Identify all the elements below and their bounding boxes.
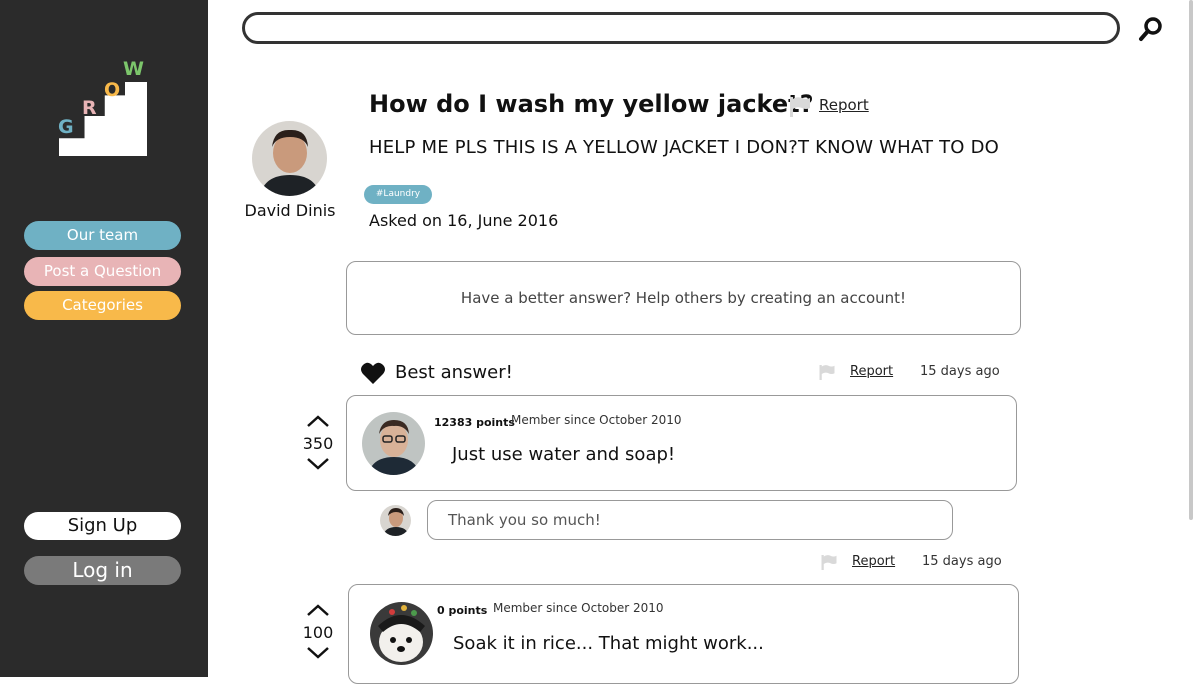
create-account-prompt[interactable]: Have a better answer? Help others by cre… — [346, 261, 1021, 335]
answer-text: Soak it in rice... That might work... — [453, 633, 764, 654]
search-input[interactable] — [242, 12, 1120, 44]
answer-report-link[interactable]: Report — [852, 554, 895, 569]
downvote-icon[interactable] — [306, 646, 330, 660]
vote-count: 350 — [302, 434, 334, 453]
author-name: David Dinis — [244, 201, 336, 220]
answer-points: 0 points — [437, 604, 488, 617]
post-question-button[interactable]: Post a Question — [24, 257, 181, 286]
answer-points: 12383 points — [434, 416, 515, 429]
member-since: Member since October 2010 — [493, 601, 664, 615]
categories-button[interactable]: Categories — [24, 291, 181, 320]
answer-time: 15 days ago — [920, 364, 1000, 379]
author-avatar[interactable] — [252, 121, 327, 196]
upvote-icon[interactable] — [306, 414, 330, 428]
vote-count: 100 — [302, 623, 334, 642]
member-since: Member since October 2010 — [511, 413, 682, 427]
answer-time: 15 days ago — [922, 554, 1002, 569]
scrollbar[interactable] — [1189, 0, 1193, 520]
upvote-icon[interactable] — [306, 603, 330, 617]
answer-report-link[interactable]: Report — [850, 364, 893, 379]
logo-letter-o: O — [104, 79, 121, 101]
comment: Thank you so much! — [427, 500, 953, 540]
logo-letter-r: R — [82, 97, 97, 119]
question-title: How do I wash my yellow jacket? — [369, 90, 814, 118]
best-answer-label: Best answer! — [395, 362, 513, 383]
answer-text: Just use water and soap! — [452, 444, 676, 465]
answerer-avatar[interactable] — [362, 412, 425, 475]
asked-date: Asked on 16, June 2016 — [369, 211, 559, 230]
answer-card — [346, 395, 1017, 491]
flag-icon[interactable] — [820, 554, 838, 571]
heart-icon — [361, 362, 385, 384]
commenter-avatar[interactable] — [380, 505, 411, 536]
grow-logo[interactable]: G R O W — [56, 58, 152, 160]
sign-up-button[interactable]: Sign Up — [24, 512, 181, 540]
log-in-button[interactable]: Log in — [24, 556, 181, 585]
search-icon[interactable] — [1138, 16, 1164, 42]
our-team-button[interactable]: Our team — [24, 221, 181, 250]
question-body: HELP ME PLS THIS IS A YELLOW JACKET I DO… — [369, 137, 999, 158]
downvote-icon[interactable] — [306, 457, 330, 471]
flag-icon[interactable] — [818, 364, 836, 381]
answerer-avatar[interactable] — [370, 602, 433, 665]
laundry-tag[interactable]: #Laundry — [364, 185, 432, 204]
flag-icon[interactable] — [788, 96, 812, 118]
sidebar: G R O W Our team Post a Question Categor… — [0, 0, 208, 677]
question-report-link[interactable]: Report — [819, 96, 869, 114]
logo-letter-w: W — [123, 58, 144, 80]
logo-letter-g: G — [58, 116, 74, 138]
